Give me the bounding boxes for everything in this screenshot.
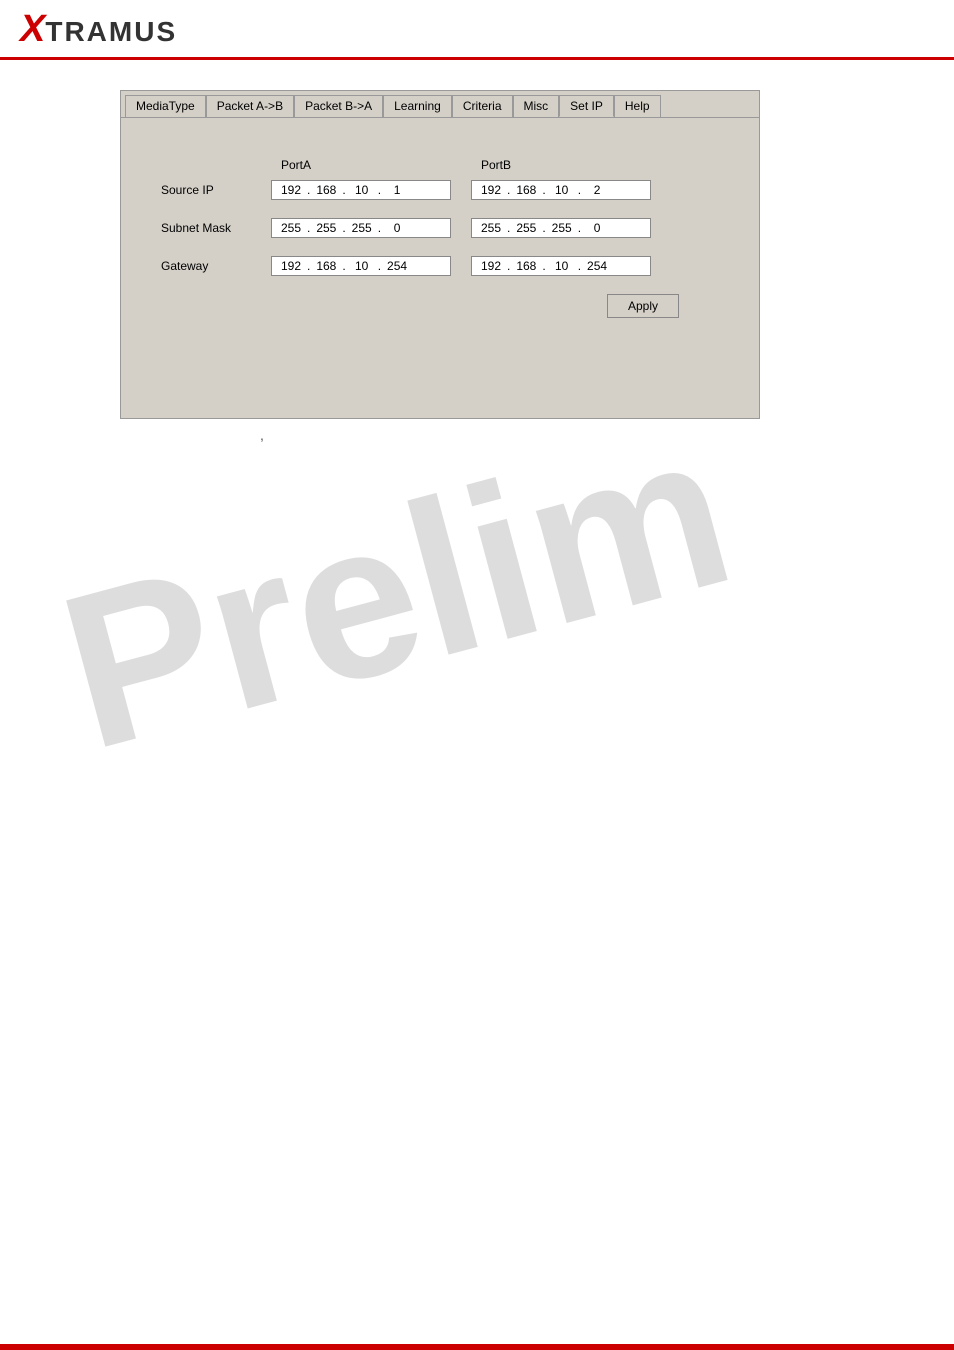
col-header-b: PortB bbox=[481, 158, 681, 172]
comma-text: , bbox=[260, 427, 834, 443]
source-ip-portb-o2[interactable] bbox=[511, 183, 541, 197]
source-ip-portb-group: . . . bbox=[471, 180, 651, 200]
source-ip-label: Source IP bbox=[161, 183, 271, 197]
source-ip-porta-o3[interactable] bbox=[347, 183, 377, 197]
logo: X TRAMUS bbox=[20, 10, 177, 48]
tab-packet-ba[interactable]: Packet B->A bbox=[294, 95, 383, 117]
gateway-portb-group: . . . bbox=[471, 256, 651, 276]
subnet-mask-row: Subnet Mask . . . . . bbox=[161, 218, 719, 238]
header: X TRAMUS bbox=[0, 0, 954, 60]
gateway-porta-o4[interactable] bbox=[382, 259, 412, 273]
gateway-row: Gateway . . . . . bbox=[161, 256, 719, 276]
gateway-porta-group: . . . bbox=[271, 256, 451, 276]
tab-setip[interactable]: Set IP bbox=[559, 95, 614, 117]
source-ip-porta-o4[interactable] bbox=[382, 183, 412, 197]
subnet-mask-porta-o3[interactable] bbox=[347, 221, 377, 235]
main-content: MediaType Packet A->B Packet B->A Learni… bbox=[0, 60, 954, 473]
ip-form: PortA PortB Source IP . . . bbox=[151, 138, 729, 338]
source-ip-porta-group: . . . bbox=[271, 180, 451, 200]
panel-container: MediaType Packet A->B Packet B->A Learni… bbox=[120, 90, 760, 419]
subnet-mask-label: Subnet Mask bbox=[161, 221, 271, 235]
tab-learning[interactable]: Learning bbox=[383, 95, 452, 117]
gateway-portb-o2[interactable] bbox=[511, 259, 541, 273]
logo-tramus: TRAMUS bbox=[45, 16, 177, 48]
col-header-a: PortA bbox=[281, 158, 481, 172]
gateway-porta-o3[interactable] bbox=[347, 259, 377, 273]
gateway-portb-o1[interactable] bbox=[476, 259, 506, 273]
tab-bar: MediaType Packet A->B Packet B->A Learni… bbox=[121, 91, 759, 118]
panel-content: PortA PortB Source IP . . . bbox=[121, 118, 759, 418]
source-ip-porta-o1[interactable] bbox=[276, 183, 306, 197]
logo-x: X bbox=[20, 10, 45, 48]
tab-misc[interactable]: Misc bbox=[513, 95, 560, 117]
subnet-mask-porta-o4[interactable] bbox=[382, 221, 412, 235]
source-ip-row: Source IP . . . . . bbox=[161, 180, 719, 200]
subnet-mask-portb-o3[interactable] bbox=[547, 221, 577, 235]
source-ip-portb-o1[interactable] bbox=[476, 183, 506, 197]
apply-row: Apply bbox=[161, 294, 719, 318]
tab-criteria[interactable]: Criteria bbox=[452, 95, 513, 117]
footer-bar bbox=[0, 1344, 954, 1350]
tab-packet-ab[interactable]: Packet A->B bbox=[206, 95, 294, 117]
subnet-mask-portb-o4[interactable] bbox=[582, 221, 612, 235]
source-ip-portb-o4[interactable] bbox=[582, 183, 612, 197]
apply-button[interactable]: Apply bbox=[607, 294, 679, 318]
tab-help[interactable]: Help bbox=[614, 95, 661, 117]
subnet-mask-portb-group: . . . bbox=[471, 218, 651, 238]
tab-mediatype[interactable]: MediaType bbox=[125, 95, 206, 117]
subnet-mask-porta-o2[interactable] bbox=[311, 221, 341, 235]
subnet-mask-porta-group: . . . bbox=[271, 218, 451, 238]
source-ip-portb-o3[interactable] bbox=[547, 183, 577, 197]
gateway-portb-o4[interactable] bbox=[582, 259, 612, 273]
gateway-label: Gateway bbox=[161, 259, 271, 273]
source-ip-porta-o2[interactable] bbox=[311, 183, 341, 197]
subnet-mask-portb-o1[interactable] bbox=[476, 221, 506, 235]
gateway-porta-o1[interactable] bbox=[276, 259, 306, 273]
subnet-mask-portb-o2[interactable] bbox=[511, 221, 541, 235]
gateway-portb-o3[interactable] bbox=[547, 259, 577, 273]
gateway-porta-o2[interactable] bbox=[311, 259, 341, 273]
column-headers: PortA PortB bbox=[281, 158, 719, 172]
subnet-mask-porta-o1[interactable] bbox=[276, 221, 306, 235]
